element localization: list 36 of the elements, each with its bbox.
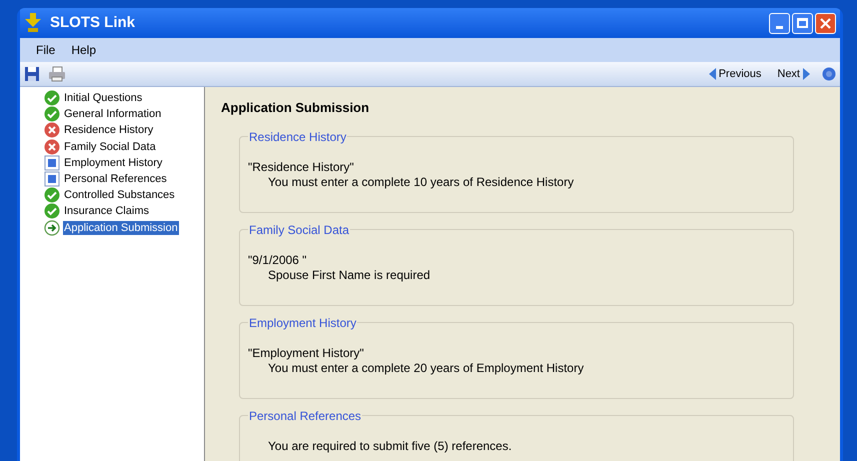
error-subject: "Employment History" xyxy=(248,346,365,360)
close-icon xyxy=(820,18,831,28)
page-heading: Application Submission xyxy=(221,99,370,117)
tree-item[interactable]: General Information xyxy=(63,107,162,122)
left-arrow-icon xyxy=(708,68,716,80)
menu-item[interactable]: Help xyxy=(71,41,96,59)
error-message: You must enter a complete 10 years of Residence History xyxy=(267,174,575,190)
print-icon[interactable] xyxy=(48,66,66,82)
error-subject: "Residence History" xyxy=(248,160,355,174)
group-title: Personal References xyxy=(248,408,362,424)
tree-item[interactable]: Initial Questions xyxy=(63,91,144,106)
right-arrow-icon xyxy=(803,68,810,80)
tree-item[interactable]: Controlled Substances xyxy=(63,188,176,202)
tree-item[interactable]: Personal References xyxy=(63,172,168,186)
next-button[interactable]: Next xyxy=(777,66,810,82)
tree-item[interactable]: Employment History xyxy=(63,156,164,170)
group-title: Employment History xyxy=(248,314,358,332)
tree-item[interactable]: Residence History xyxy=(63,123,154,138)
minimize-button[interactable] xyxy=(769,12,790,34)
save-icon[interactable] xyxy=(24,66,40,82)
error-message: You must enter a complete 20 years of Employment History xyxy=(267,360,585,376)
app-logo-icon xyxy=(24,13,42,33)
group-title: Family Social Data xyxy=(248,222,350,238)
tree-item[interactable]: Insurance Claims xyxy=(63,204,150,218)
menu-item[interactable]: File xyxy=(36,41,56,59)
window-title: SLOTS Link xyxy=(50,12,136,33)
tree-item[interactable]: Family Social Data xyxy=(63,140,157,154)
close-button[interactable] xyxy=(815,12,836,34)
help-icon[interactable] xyxy=(822,67,836,81)
tree-item[interactable]: Application Submission xyxy=(63,220,179,235)
group-title: Residence History xyxy=(248,128,348,146)
previous-button[interactable]: Previous xyxy=(708,66,762,82)
error-subject: "9/1/2006 " xyxy=(248,252,308,268)
maximize-button[interactable] xyxy=(792,12,813,34)
error-message: You are required to submit five (5) references. xyxy=(267,438,513,454)
error-message: Spouse First Name is required xyxy=(267,268,432,282)
